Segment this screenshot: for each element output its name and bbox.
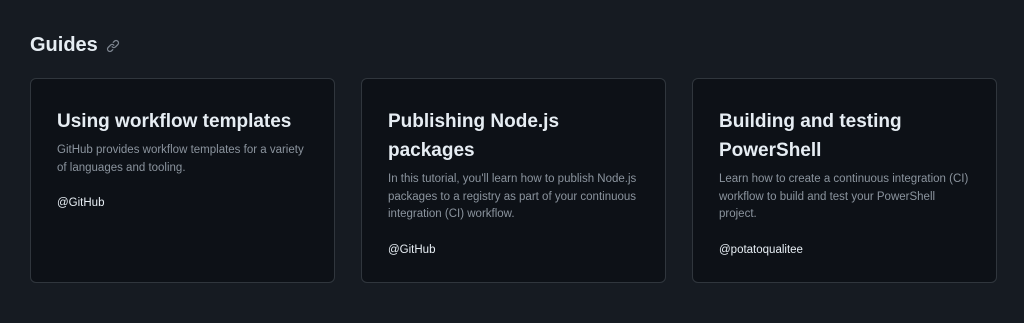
card-title[interactable]: Publishing Node.js packages <box>388 107 639 165</box>
guide-card-powershell[interactable]: Building and testing PowerShell Learn ho… <box>692 78 997 283</box>
section-title: Guides <box>30 34 98 56</box>
guide-cards: Using workflow templates GitHub provides… <box>30 78 997 283</box>
section-header: Guides <box>30 33 120 57</box>
card-description: In this tutorial, you'll learn how to pu… <box>388 173 637 220</box>
card-description: GitHub provides workflow templates for a… <box>57 144 304 174</box>
card-title[interactable]: Building and testing PowerShell <box>719 107 970 165</box>
guide-card-publishing-nodejs[interactable]: Publishing Node.js packages In this tuto… <box>361 78 666 283</box>
card-author: @GitHub <box>57 197 105 209</box>
card-author: @GitHub <box>388 243 436 256</box>
card-description: Learn how to create a continuous integra… <box>719 173 969 220</box>
guides-section: Guides Using workflow templates GitHub p… <box>0 0 1024 323</box>
card-title[interactable]: Using workflow templates <box>57 107 308 136</box>
guide-card-workflow-templates[interactable]: Using workflow templates GitHub provides… <box>30 78 335 283</box>
link-icon[interactable] <box>106 39 120 53</box>
card-author: @potatoqualitee <box>719 243 803 256</box>
